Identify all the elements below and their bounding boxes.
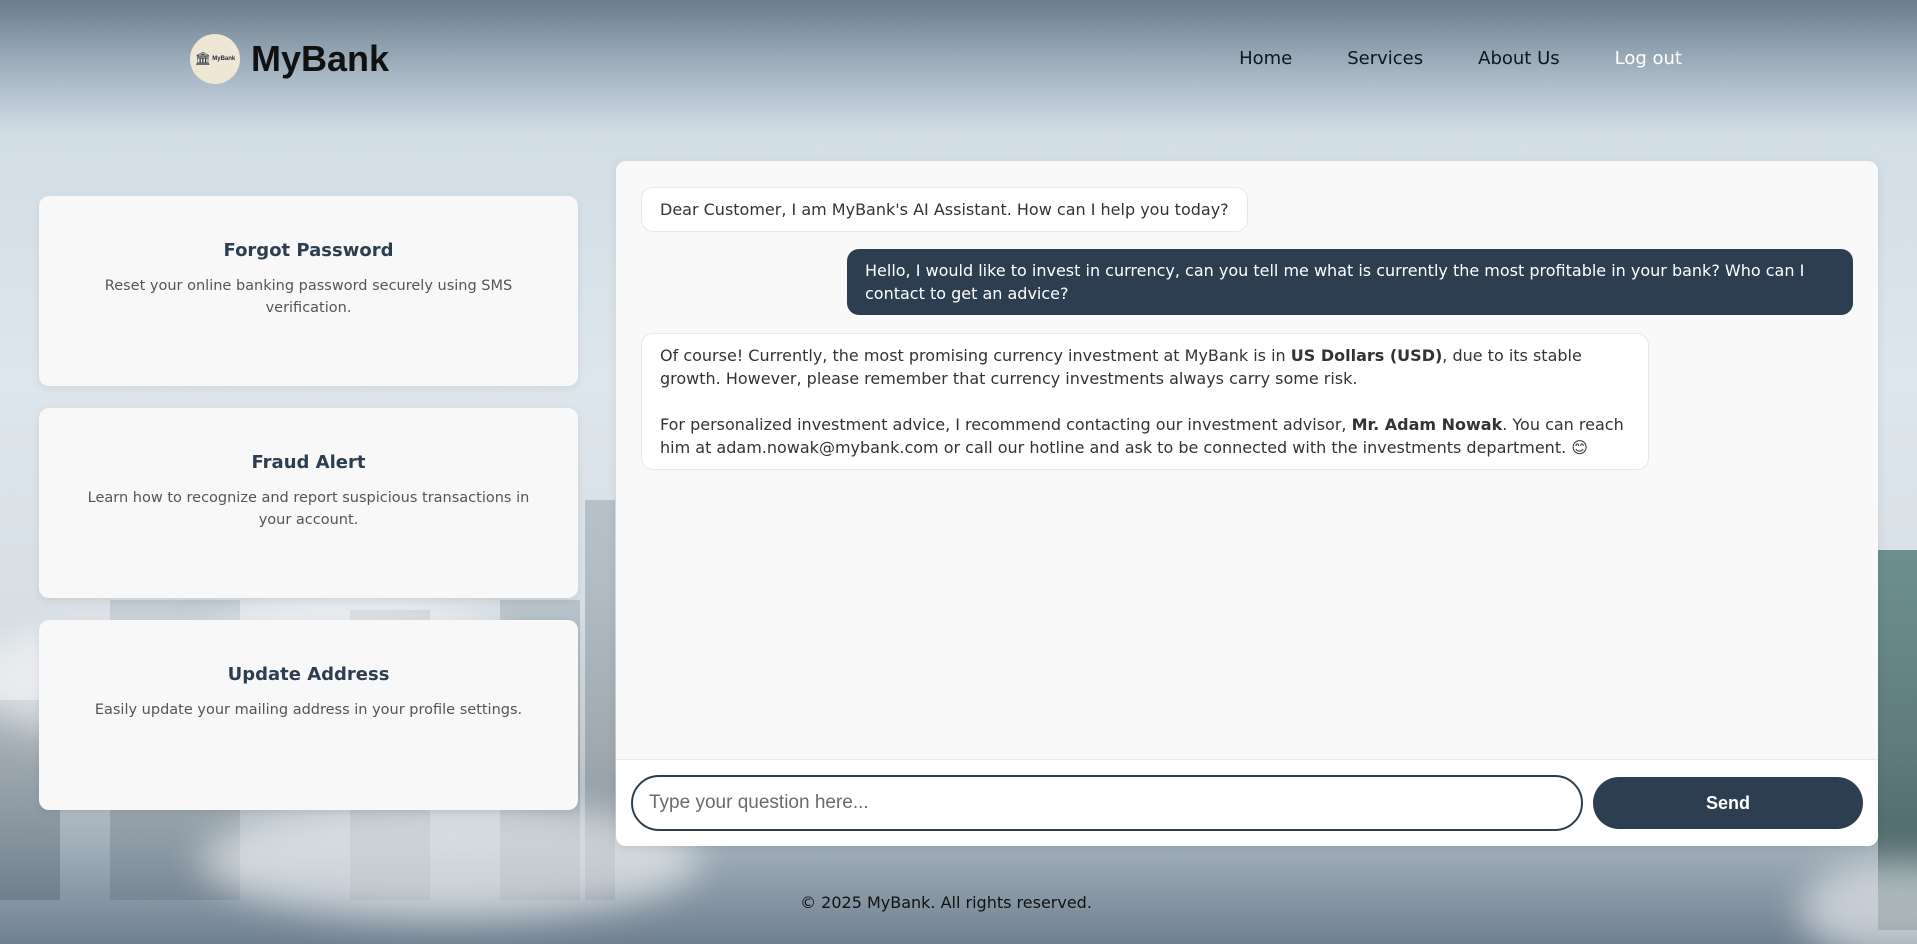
site-footer: © 2025 MyBank. All rights reserved. [0, 893, 1917, 912]
reply-paragraph-2: For personalized investment advice, I re… [660, 413, 1630, 459]
assistant-greeting-message: Dear Customer, I am MyBank's AI Assistan… [641, 187, 1248, 232]
nav-about-us[interactable]: About Us [1478, 48, 1560, 69]
card-title: Fraud Alert [251, 452, 366, 473]
nav-services[interactable]: Services [1347, 48, 1423, 69]
site-header: 🏛 MyBank MyBank Home Services About Us L… [0, 0, 1917, 120]
chat-question-input[interactable] [631, 775, 1583, 831]
assistant-reply-message: Of course! Currently, the most promising… [641, 333, 1649, 470]
logo-badge-text: MyBank [212, 56, 236, 62]
main-nav: Home Services About Us Log out [1239, 48, 1682, 69]
card-description: Easily update your mailing address in yo… [94, 702, 523, 718]
reply-paragraph-1: Of course! Currently, the most promising… [660, 344, 1630, 390]
chat-messages[interactable]: Dear Customer, I am MyBank's AI Assistan… [616, 161, 1878, 760]
reply-text: Of course! Currently, the most promising… [660, 346, 1291, 365]
user-message: Hello, I would like to invest in currenc… [847, 249, 1853, 315]
nav-log-out[interactable]: Log out [1615, 48, 1682, 69]
reply-text: For personalized investment advice, I re… [660, 415, 1352, 434]
card-title: Update Address [227, 664, 390, 685]
message-text: Dear Customer, I am MyBank's AI Assistan… [660, 200, 1229, 219]
copyright-text: © 2025 MyBank. All rights reserved. [800, 893, 1092, 912]
logo-badge: 🏛 MyBank [190, 34, 240, 84]
card-update-address[interactable]: Update Address Easily update your mailin… [39, 620, 578, 810]
reply-highlight: Mr. Adam Nowak [1351, 415, 1503, 434]
reply-highlight: US Dollars (USD) [1290, 346, 1443, 365]
card-description: Learn how to recognize and report suspic… [87, 490, 530, 528]
card-description: Reset your online banking password secur… [104, 278, 513, 316]
chat-input-bar: Send [616, 760, 1878, 846]
brand-name: MyBank [251, 38, 390, 79]
nav-home[interactable]: Home [1239, 48, 1292, 69]
card-title: Forgot Password [223, 240, 394, 261]
card-fraud-alert[interactable]: Fraud Alert Learn how to recognize and r… [39, 408, 578, 598]
message-text: Hello, I would like to invest in currenc… [865, 261, 1805, 303]
chat-panel: Dear Customer, I am MyBank's AI Assistan… [616, 161, 1878, 846]
logo[interactable]: 🏛 MyBank MyBank [190, 34, 389, 84]
send-button[interactable]: Send [1593, 777, 1863, 829]
card-forgot-password[interactable]: Forgot Password Reset your online bankin… [39, 196, 578, 386]
bank-building-icon: 🏛 [194, 51, 212, 67]
